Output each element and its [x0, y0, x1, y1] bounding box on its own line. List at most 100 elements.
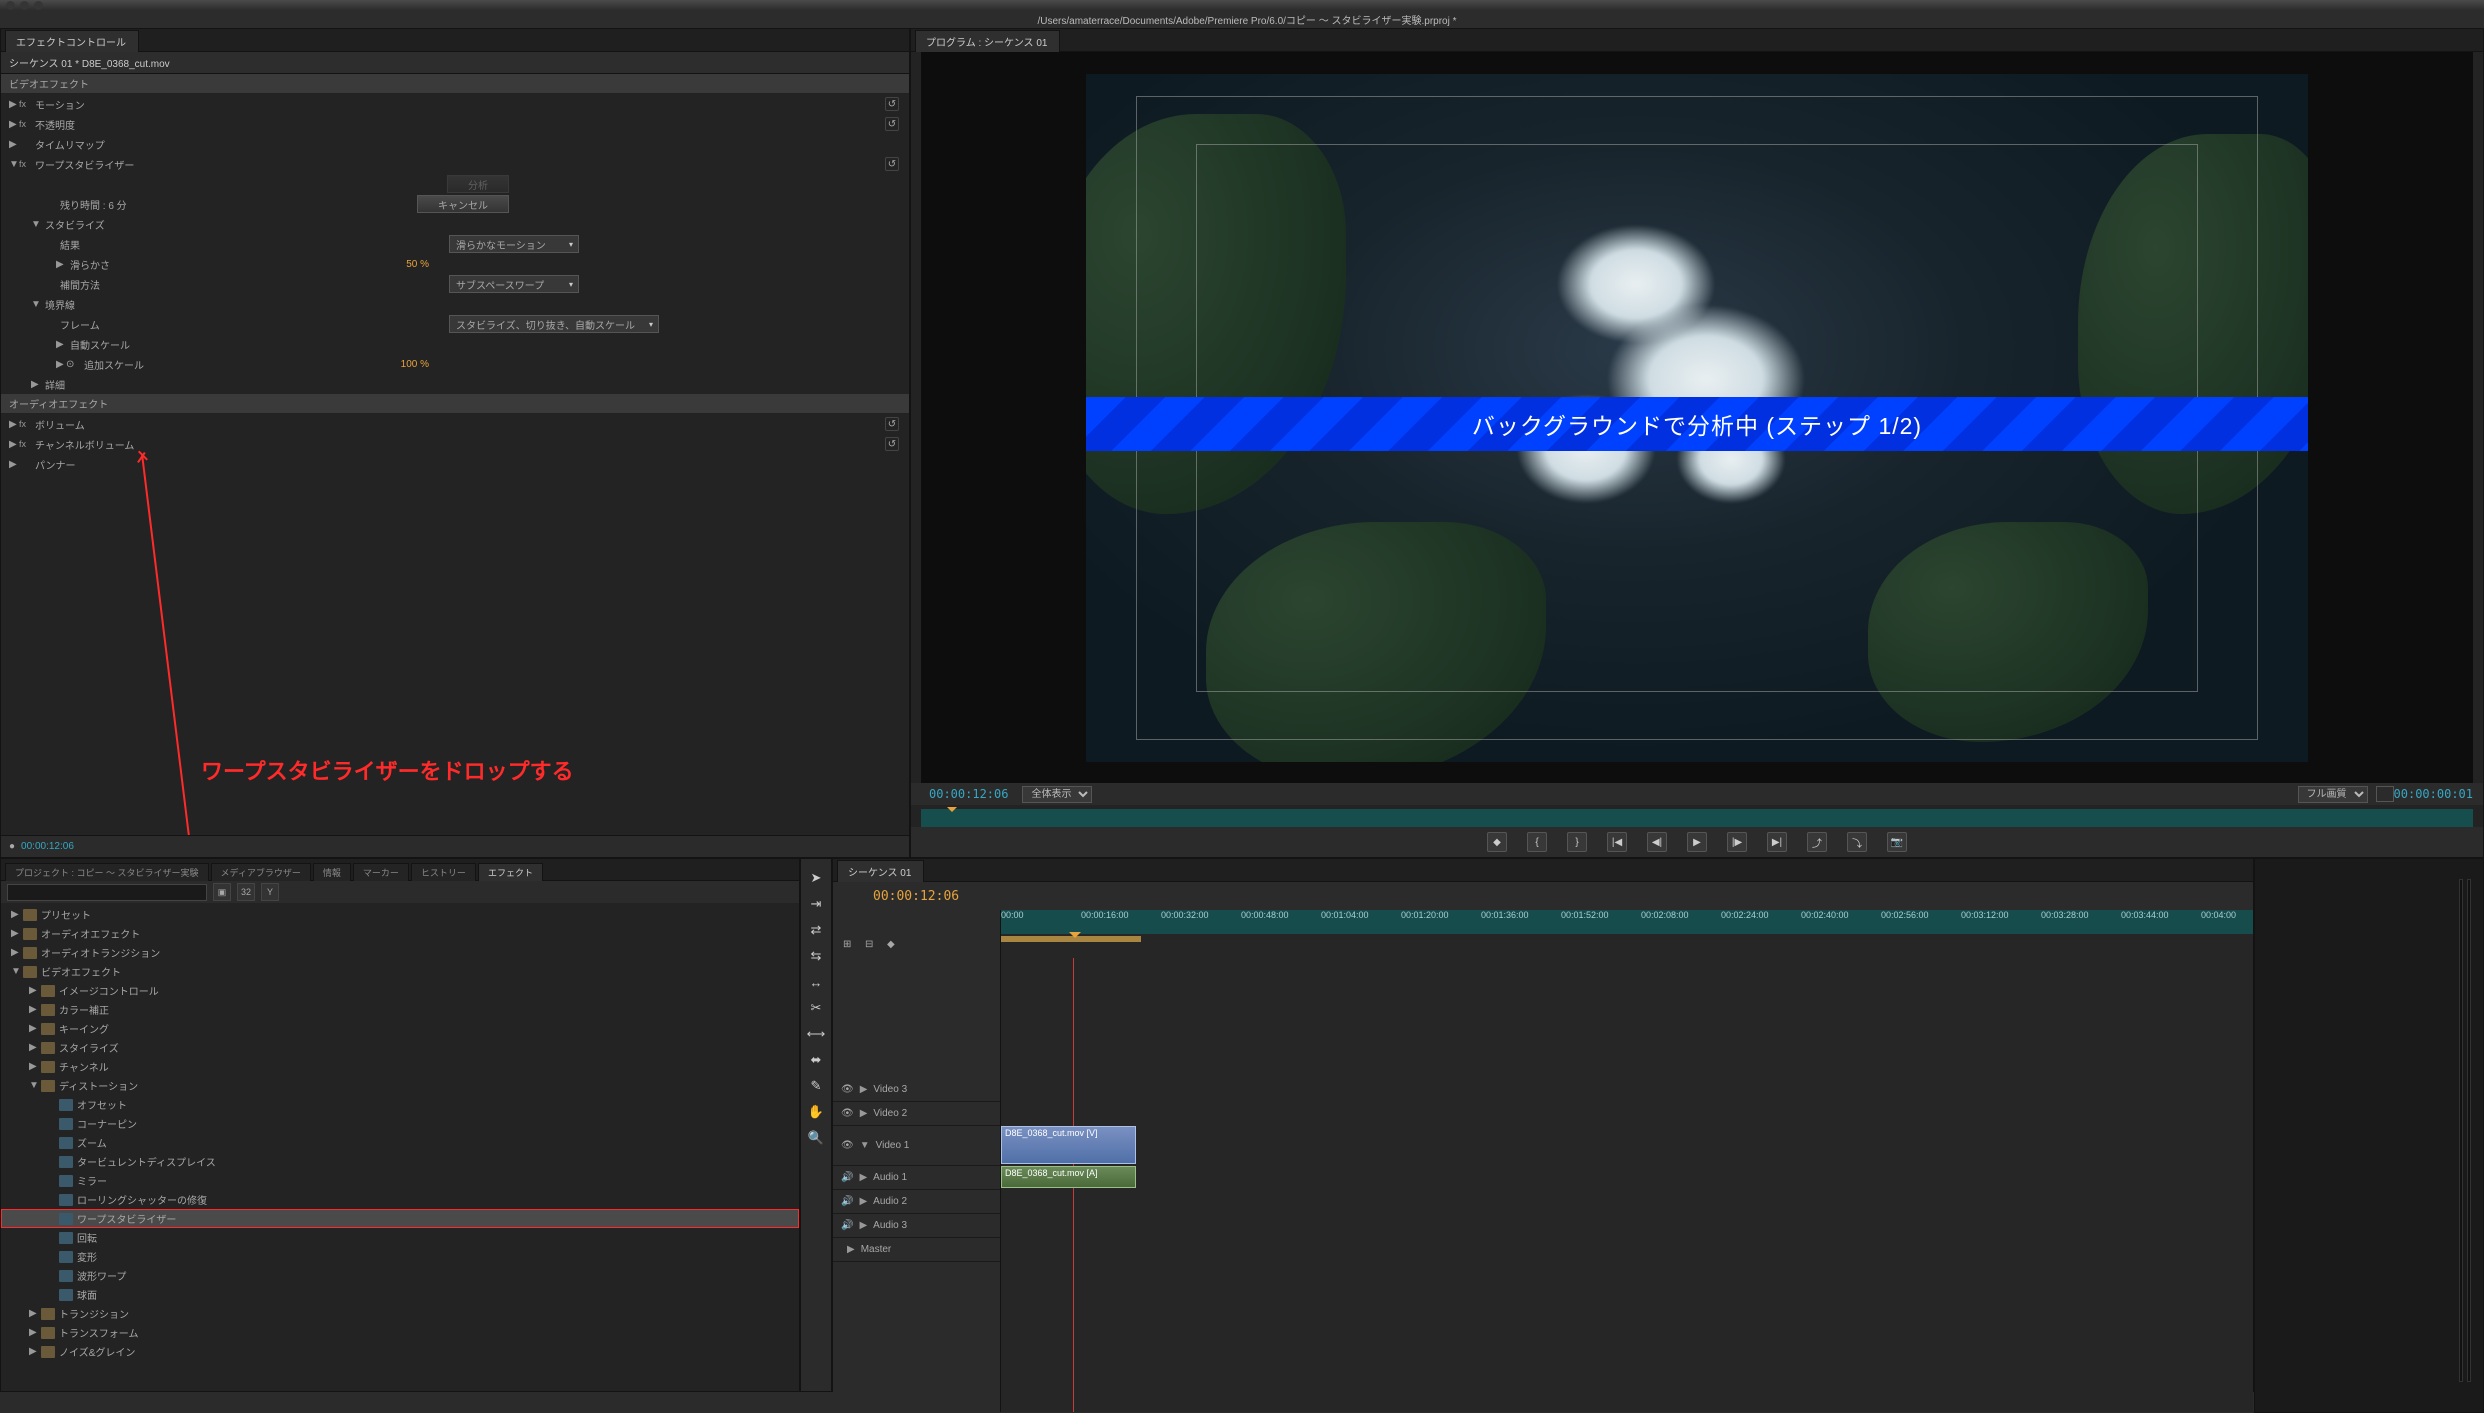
method-dropdown[interactable]: サブスペースワープ: [449, 275, 579, 293]
twirl-icon[interactable]: ▶: [11, 928, 23, 939]
reset-icon[interactable]: ↺: [885, 157, 899, 171]
tree-row[interactable]: 球面: [1, 1285, 799, 1304]
time-ruler[interactable]: 00:0000:00:16:0000:00:32:0000:00:48:0000…: [1001, 910, 2253, 934]
settings-icon[interactable]: [2376, 786, 2394, 802]
step-fwd-button[interactable]: |▶: [1727, 832, 1747, 852]
program-tc-right[interactable]: 00:00:00:01: [2394, 787, 2473, 801]
zoom-dropdown[interactable]: 全体表示: [1022, 786, 1092, 803]
lift-button[interactable]: ⤴: [1807, 832, 1827, 852]
smoothness-value[interactable]: 50 %: [406, 259, 429, 270]
tree-row[interactable]: ▶イメージコントロール: [1, 981, 799, 1000]
tree-row[interactable]: ▶オーディオトランジション: [1, 943, 799, 962]
search-input[interactable]: [7, 884, 207, 901]
track-head-a1[interactable]: 🔊▶Audio 1: [833, 1166, 1000, 1190]
tree-row[interactable]: オフセット: [1, 1095, 799, 1114]
tree-row[interactable]: ▶プリセット: [1, 905, 799, 924]
minimize-icon[interactable]: [20, 1, 29, 10]
track-head-v2[interactable]: 👁▶Video 2: [833, 1102, 1000, 1126]
pen-tool-icon[interactable]: ✎: [805, 1075, 827, 1097]
twirl-icon[interactable]: ▼: [29, 1080, 41, 1091]
tree-row[interactable]: ローリングシャッターの修復: [1, 1190, 799, 1209]
twirl-icon[interactable]: ▶: [11, 947, 23, 958]
twirl-icon[interactable]: ▶: [9, 439, 19, 450]
razor-tool-icon[interactable]: ✂: [805, 997, 827, 1019]
tree-row[interactable]: ▶ノイズ&グレイン: [1, 1342, 799, 1361]
twirl-icon[interactable]: ▶: [9, 459, 19, 470]
twirl-icon[interactable]: ▶: [29, 985, 41, 996]
tree-row[interactable]: ▶キーイング: [1, 1019, 799, 1038]
extract-button[interactable]: ⤵: [1847, 832, 1867, 852]
twirl-icon[interactable]: ▶: [29, 1023, 41, 1034]
twirl-icon[interactable]: ▶: [11, 909, 23, 920]
tree-row[interactable]: ▶トランジション: [1, 1304, 799, 1323]
twirl-icon[interactable]: ▶: [29, 1004, 41, 1015]
tree-row[interactable]: ▼ディストーション: [1, 1076, 799, 1095]
video-clip[interactable]: D8E_0368_cut.mov [V]: [1001, 1126, 1136, 1164]
in-button[interactable]: {: [1527, 832, 1547, 852]
track-head-v3[interactable]: 👁▶Video 3: [833, 1078, 1000, 1102]
reset-icon[interactable]: ↺: [885, 117, 899, 131]
tree-row[interactable]: 変形: [1, 1247, 799, 1266]
hand-tool-icon[interactable]: ✋: [805, 1101, 827, 1123]
tab-project[interactable]: プロジェクト : コピー ～ スタビライザー実験: [5, 863, 209, 881]
tree-row[interactable]: タービュレントディスプレイス: [1, 1152, 799, 1171]
twirl-icon[interactable]: ▶: [9, 99, 19, 110]
step-back-button[interactable]: ◀|: [1647, 832, 1667, 852]
timeline-tc[interactable]: 00:00:12:06: [873, 889, 959, 904]
tab-info[interactable]: 情報: [313, 863, 351, 881]
goto-in-button[interactable]: |◀: [1607, 832, 1627, 852]
addscale-value[interactable]: 100 %: [401, 359, 429, 370]
marker-icon[interactable]: ◆: [887, 939, 901, 953]
reset-icon[interactable]: ↺: [885, 417, 899, 431]
selection-tool-icon[interactable]: ➤: [805, 867, 827, 889]
twirl-icon[interactable]: ▶: [9, 419, 19, 430]
ripple-tool-icon[interactable]: ⇄: [805, 919, 827, 941]
track-head-master[interactable]: ▶Master: [833, 1238, 1000, 1262]
tree-row[interactable]: 回転: [1, 1228, 799, 1247]
tab-effects[interactable]: エフェクト: [478, 863, 543, 881]
twirl-icon[interactable]: ▶: [9, 119, 19, 130]
effect-warp-stabilizer[interactable]: ワープスタビライザー: [31, 157, 134, 172]
playhead-icon[interactable]: [947, 807, 957, 817]
rate-stretch-tool-icon[interactable]: ↔: [805, 971, 827, 993]
twirl-icon[interactable]: ▶: [29, 1042, 41, 1053]
twirl-icon[interactable]: ▶: [29, 1308, 41, 1319]
result-dropdown[interactable]: 滑らかなモーション: [449, 235, 579, 253]
program-ruler[interactable]: [921, 809, 2473, 827]
close-icon[interactable]: [6, 1, 15, 10]
program-tc-left[interactable]: 00:00:12:06: [929, 787, 1008, 801]
quality-dropdown[interactable]: フル画質: [2298, 786, 2368, 803]
goto-out-button[interactable]: ▶|: [1767, 832, 1787, 852]
tab-program[interactable]: プログラム : シーケンス 01: [915, 30, 1060, 52]
tab-history[interactable]: ヒストリー: [411, 863, 476, 881]
cancel-button[interactable]: キャンセル: [417, 195, 509, 213]
playhead-indicator-icon[interactable]: [1069, 932, 1081, 944]
out-button[interactable]: }: [1567, 832, 1587, 852]
tab-markers[interactable]: マーカー: [353, 863, 409, 881]
tree-row[interactable]: ミラー: [1, 1171, 799, 1190]
fx-filter-accel-icon[interactable]: ▣: [213, 883, 231, 901]
track-head-a2[interactable]: 🔊▶Audio 2: [833, 1190, 1000, 1214]
twirl-icon[interactable]: ▼: [31, 219, 41, 230]
snap-icon[interactable]: ⊞: [843, 939, 857, 953]
twirl-icon[interactable]: ▶: [56, 339, 66, 350]
twirl-icon[interactable]: ▼: [11, 966, 23, 977]
twirl-icon[interactable]: ▶: [31, 379, 41, 390]
slip-tool-icon[interactable]: ⟷: [805, 1023, 827, 1045]
tree-row[interactable]: ワープスタビライザー: [1, 1209, 799, 1228]
ec-timecode[interactable]: 00:00:12:06: [21, 841, 74, 852]
tree-row[interactable]: ▶カラー補正: [1, 1000, 799, 1019]
export-frame-button[interactable]: 📷: [1887, 832, 1907, 852]
frame-dropdown[interactable]: スタビライズ、切り抜き、自動スケール: [449, 315, 659, 333]
effect-channel-volume[interactable]: チャンネルボリューム: [31, 437, 134, 452]
fx-filter-32-icon[interactable]: 32: [237, 883, 255, 901]
twirl-icon[interactable]: ▶: [29, 1327, 41, 1338]
program-viewer[interactable]: バックグラウンドで分析中 (ステップ 1/2): [921, 52, 2473, 783]
twirl-icon[interactable]: ▶: [56, 259, 66, 270]
twirl-icon[interactable]: ▼: [31, 299, 41, 310]
linked-selection-icon[interactable]: ⊟: [865, 939, 879, 953]
tree-row[interactable]: ズーム: [1, 1133, 799, 1152]
twirl-icon[interactable]: ▶: [29, 1346, 41, 1357]
effect-time-remap[interactable]: タイムリマップ: [31, 137, 105, 152]
tree-row[interactable]: ▼ビデオエフェクト: [1, 962, 799, 981]
